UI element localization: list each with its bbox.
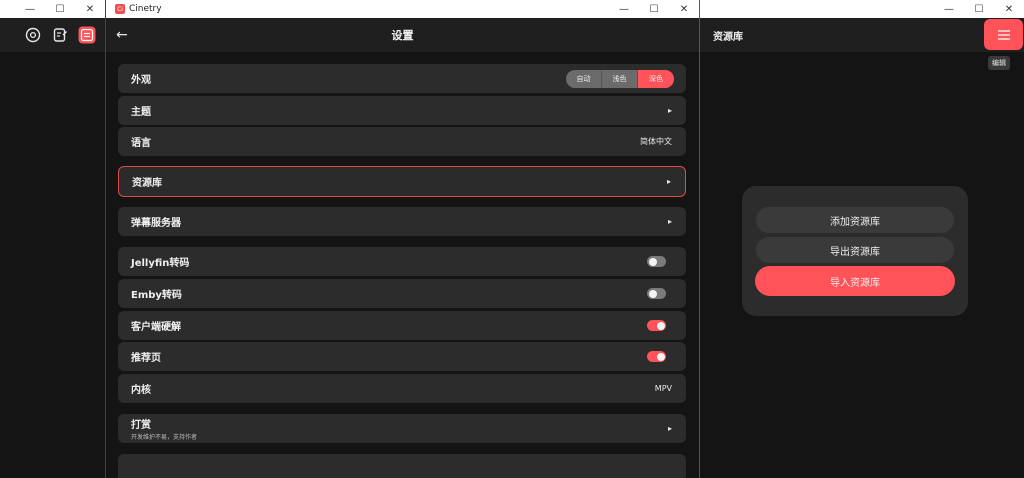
setting-hwdecode-label: 客户端硬解 xyxy=(131,322,181,333)
toggle-knob xyxy=(656,352,665,361)
close-button[interactable]: ✕ xyxy=(669,0,699,18)
setting-donate-subtitle: 开发维护不易，支持作者 xyxy=(131,434,198,441)
setting-danmaku-server[interactable]: 弹幕服务器 ▸ xyxy=(118,207,686,236)
setting-donate-text: 打赏 开发维护不易，支持作者 xyxy=(131,416,197,441)
settings-titlebar: Ci Cinetry — ☐ ✕ xyxy=(106,0,699,18)
appearance-option-auto[interactable]: 自动 xyxy=(566,69,602,88)
import-library-button[interactable]: 导入资源库 xyxy=(755,266,955,296)
chevron-right-icon: ▸ xyxy=(666,177,671,186)
setting-donate[interactable]: 打赏 开发维护不易，支持作者 ▸ xyxy=(118,414,686,443)
edit-tooltip: 编辑 xyxy=(988,56,1010,70)
library-window-controls: — ☐ ✕ xyxy=(934,0,1024,18)
setting-appearance-label: 外观 xyxy=(131,75,151,86)
setting-theme-label: 主题 xyxy=(131,107,151,118)
minimize-button[interactable]: — xyxy=(609,0,639,18)
appearance-segmented-control: 自动 浅色 深色 xyxy=(566,69,674,88)
library-maximize-button[interactable]: ☐ xyxy=(964,0,994,18)
appearance-option-light[interactable]: 浅色 xyxy=(602,69,638,88)
emby-toggle[interactable] xyxy=(647,288,666,299)
setting-recommend-page: 推荐页 xyxy=(118,342,686,371)
library-appbar xyxy=(700,18,1024,52)
setting-core-label: 内核 xyxy=(131,385,151,396)
add-library-button[interactable]: 添加资源库 xyxy=(756,207,954,233)
hwdecode-toggle[interactable] xyxy=(647,320,666,331)
library-titlebar: — ☐ ✕ xyxy=(700,0,1024,18)
setting-recommend-label: 推荐页 xyxy=(131,353,161,364)
search-icon[interactable] xyxy=(24,26,42,44)
left-window: — ☐ ✕ xyxy=(0,0,106,478)
setting-emby-transcode: Emby转码 xyxy=(118,279,686,308)
setting-language-label: 语言 xyxy=(131,138,151,149)
left-window-controls: — ☐ ✕ xyxy=(15,0,105,18)
left-maximize-button[interactable]: ☐ xyxy=(45,0,75,18)
setting-appearance: 外观 自动 浅色 深色 xyxy=(118,64,686,93)
chevron-right-icon: ▸ xyxy=(667,424,672,433)
edit-doc-icon[interactable] xyxy=(51,26,69,44)
setting-core-value: MPV xyxy=(654,384,672,393)
app-name: Cinetry xyxy=(129,4,162,14)
page-title: 设置 xyxy=(391,29,414,42)
left-close-button[interactable]: ✕ xyxy=(75,0,105,18)
left-content xyxy=(0,52,105,478)
toggle-knob xyxy=(656,321,665,330)
chevron-right-icon: ▸ xyxy=(667,217,672,226)
library-minimize-button[interactable]: — xyxy=(934,0,964,18)
appearance-option-dark[interactable]: 深色 xyxy=(638,69,674,88)
settings-window-controls: — ☐ ✕ xyxy=(609,0,699,18)
toggle-knob xyxy=(648,289,657,298)
menu-icon xyxy=(997,29,1010,40)
library-window: — ☐ ✕ 资源库 编辑 添加资源库 导出资源库 导入资源库 xyxy=(700,0,1024,478)
left-minimize-button[interactable]: — xyxy=(15,0,45,18)
jellyfin-toggle[interactable] xyxy=(647,256,666,267)
app-title: Ci Cinetry xyxy=(115,2,162,16)
setting-hw-decode: 客户端硬解 xyxy=(118,311,686,340)
app-logo-icon: Ci xyxy=(115,4,125,14)
setting-language-value: 简体中文 xyxy=(640,137,672,146)
library-title: 资源库 xyxy=(713,32,743,43)
setting-emby-label: Emby转码 xyxy=(131,290,182,301)
library-action-dialog: 添加资源库 导出资源库 导入资源库 xyxy=(742,186,968,316)
recommend-toggle[interactable] xyxy=(647,351,666,362)
setting-partial-row[interactable] xyxy=(118,454,686,478)
setting-jellyfin-label: Jellyfin转码 xyxy=(131,258,190,269)
setting-library-label: 资源库 xyxy=(132,178,162,189)
left-titlebar: — ☐ ✕ xyxy=(0,0,105,18)
setting-language[interactable]: 语言 简体中文 xyxy=(118,127,686,156)
library-swap-icon[interactable] xyxy=(78,26,96,44)
export-library-button[interactable]: 导出资源库 xyxy=(756,237,954,263)
setting-library[interactable]: 资源库 ▸ xyxy=(118,166,686,197)
setting-danmaku-label: 弹幕服务器 xyxy=(131,218,181,229)
settings-window: Ci Cinetry — ☐ ✕ ← 设置 外观 自动 浅色 深色 主题 ▸ 语… xyxy=(106,0,700,478)
maximize-button[interactable]: ☐ xyxy=(639,0,669,18)
toggle-knob xyxy=(648,257,657,266)
menu-button[interactable] xyxy=(984,19,1023,50)
setting-core[interactable]: 内核 MPV xyxy=(118,374,686,403)
setting-donate-label: 打赏 xyxy=(131,420,151,431)
setting-jellyfin-transcode: Jellyfin转码 xyxy=(118,247,686,276)
setting-theme[interactable]: 主题 ▸ xyxy=(118,96,686,125)
library-close-button[interactable]: ✕ xyxy=(994,0,1024,18)
chevron-right-icon: ▸ xyxy=(667,106,672,115)
